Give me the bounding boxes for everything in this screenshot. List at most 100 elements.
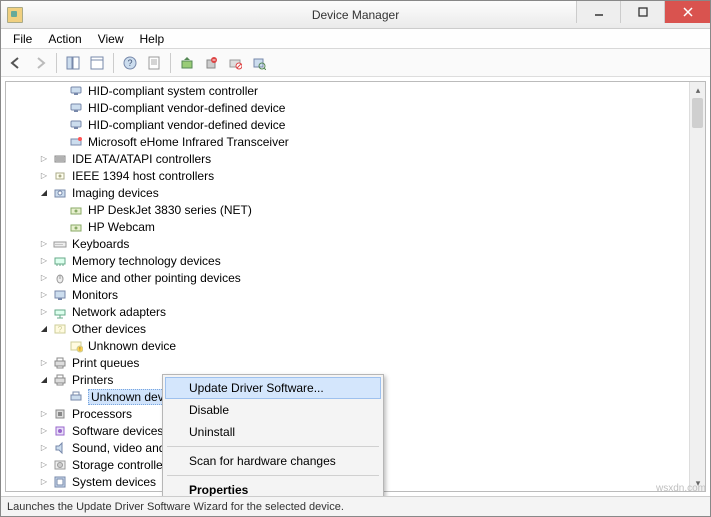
ctx-uninstall[interactable]: Uninstall <box>165 421 381 443</box>
close-button[interactable] <box>664 1 710 23</box>
tree-row[interactable]: ▷ IDE ATA/ATAPI controllers <box>6 150 689 167</box>
tree-row[interactable]: ▷ Keyboards <box>6 235 689 252</box>
properties-button[interactable] <box>143 52 165 74</box>
status-text: Launches the Update Driver Software Wiza… <box>7 501 344 513</box>
hid-icon <box>69 101 83 115</box>
software-icon <box>52 424 68 438</box>
update-driver-button[interactable] <box>176 52 198 74</box>
menu-help[interactable]: Help <box>132 30 173 48</box>
expand-closed-icon[interactable]: ▷ <box>38 425 50 437</box>
expand-closed-icon[interactable]: ▷ <box>38 408 50 420</box>
monitor-icon <box>52 288 68 302</box>
toolbar-separator <box>170 53 171 73</box>
expand-closed-icon[interactable]: ▷ <box>38 170 50 182</box>
scroll-up-icon[interactable]: ▴ <box>690 82 706 98</box>
mouse-icon <box>53 271 67 285</box>
tree-row[interactable]: ◢ Imaging devices <box>6 184 689 201</box>
tree-item-label[interactable]: HID-compliant vendor-defined device <box>88 118 285 132</box>
tree-item-label[interactable]: Memory technology devices <box>72 254 221 268</box>
tree-row[interactable]: HP DeskJet 3830 series (NET) <box>6 201 689 218</box>
tree-item-label[interactable]: Imaging devices <box>72 186 159 200</box>
tree-item-label[interactable]: Mice and other pointing devices <box>72 271 241 285</box>
ctx-scan-hardware[interactable]: Scan for hardware changes <box>165 450 381 472</box>
menu-action[interactable]: Action <box>40 30 89 48</box>
minimize-button[interactable] <box>576 1 620 23</box>
storage-icon <box>53 458 67 472</box>
tree-item-label[interactable]: Printers <box>72 373 113 387</box>
expand-open-icon[interactable]: ◢ <box>38 374 50 386</box>
tree-item-label[interactable]: Processors <box>72 407 132 421</box>
memory-icon <box>52 254 68 268</box>
expand-closed-icon[interactable]: ▷ <box>38 442 50 454</box>
tree-row[interactable]: HID-compliant vendor-defined device <box>6 116 689 133</box>
menu-file[interactable]: File <box>5 30 40 48</box>
tree-item-label[interactable]: Unknown device <box>88 339 176 353</box>
tree-row[interactable]: Microsoft eHome Infrared Transceiver <box>6 133 689 150</box>
tree-item-label[interactable]: System devices <box>72 475 156 489</box>
tree-item-label[interactable]: Software devices <box>72 424 163 438</box>
system-icon <box>52 475 68 489</box>
tree-row[interactable]: ▷ IEEE 1394 host controllers <box>6 167 689 184</box>
show-hide-tree-button[interactable] <box>62 52 84 74</box>
tree-row[interactable]: ▷ Memory technology devices <box>6 252 689 269</box>
tree-item-label[interactable]: IEEE 1394 host controllers <box>72 169 214 183</box>
status-bar: Launches the Update Driver Software Wiza… <box>1 496 710 516</box>
expand-closed-icon[interactable]: ▷ <box>38 476 50 488</box>
expand-closed-icon[interactable]: ▷ <box>38 238 50 250</box>
tree-row[interactable]: HID-compliant system controller <box>6 82 689 99</box>
back-button[interactable] <box>5 52 27 74</box>
menu-bar: File Action View Help <box>1 29 710 49</box>
view-button[interactable] <box>86 52 108 74</box>
maximize-button[interactable] <box>620 1 664 23</box>
menu-view[interactable]: View <box>90 30 132 48</box>
mouse-icon <box>52 271 68 285</box>
maximize-icon <box>638 7 648 17</box>
tree-row[interactable]: ▷ Mice and other pointing devices <box>6 269 689 286</box>
memory-icon <box>53 254 67 268</box>
other-icon: ? <box>53 322 67 336</box>
disable-button[interactable] <box>224 52 246 74</box>
expand-closed-icon[interactable]: ▷ <box>38 459 50 471</box>
tree-row[interactable]: HID-compliant vendor-defined device <box>6 99 689 116</box>
expand-closed-icon[interactable]: ▷ <box>38 289 50 301</box>
scroll-thumb[interactable] <box>692 98 703 128</box>
expand-open-icon[interactable]: ◢ <box>38 187 50 199</box>
tree-item-label[interactable]: Other devices <box>72 322 146 336</box>
tree-row[interactable]: ▷ Monitors <box>6 286 689 303</box>
tree-row[interactable]: !Unknown device <box>6 337 689 354</box>
svg-text:?: ? <box>127 58 132 68</box>
tree-item-label[interactable]: Print queues <box>72 356 139 370</box>
tree-row[interactable]: ▷ Print queues <box>6 354 689 371</box>
tree-item-label[interactable]: Monitors <box>72 288 118 302</box>
uninstall-button[interactable] <box>200 52 222 74</box>
forward-button[interactable] <box>29 52 51 74</box>
expand-closed-icon[interactable]: ▷ <box>38 306 50 318</box>
processor-icon <box>52 407 68 421</box>
tree-row[interactable]: ◢? Other devices <box>6 320 689 337</box>
help-button[interactable]: ? <box>119 52 141 74</box>
sound-icon <box>52 441 68 455</box>
vertical-scrollbar[interactable]: ▴ ▾ <box>689 82 705 491</box>
printer-icon <box>53 373 67 387</box>
tree-item-label[interactable]: IDE ATA/ATAPI controllers <box>72 152 211 166</box>
tree-item-label[interactable]: Storage controllers <box>72 458 173 472</box>
tree-item-label[interactable]: Microsoft eHome Infrared Transceiver <box>88 135 289 149</box>
tree-item-label[interactable]: HID-compliant system controller <box>88 84 258 98</box>
ctx-disable[interactable]: Disable <box>165 399 381 421</box>
expand-open-icon[interactable]: ◢ <box>38 323 50 335</box>
expand-closed-icon[interactable]: ▷ <box>38 255 50 267</box>
network-icon <box>53 305 67 319</box>
scan-hardware-button[interactable] <box>248 52 270 74</box>
tree-item-label[interactable]: Keyboards <box>72 237 129 251</box>
tree-row[interactable]: HP Webcam <box>6 218 689 235</box>
tree-item-label[interactable]: HP Webcam <box>88 220 155 234</box>
ctx-separator <box>167 475 379 476</box>
tree-row[interactable]: ▷ Network adapters <box>6 303 689 320</box>
tree-item-label[interactable]: HID-compliant vendor-defined device <box>88 101 285 115</box>
ctx-update-driver[interactable]: Update Driver Software... <box>165 377 381 399</box>
tree-item-label[interactable]: HP DeskJet 3830 series (NET) <box>88 203 252 217</box>
expand-closed-icon[interactable]: ▷ <box>38 272 50 284</box>
expand-closed-icon[interactable]: ▷ <box>38 153 50 165</box>
expand-closed-icon[interactable]: ▷ <box>38 357 50 369</box>
tree-item-label[interactable]: Network adapters <box>72 305 166 319</box>
